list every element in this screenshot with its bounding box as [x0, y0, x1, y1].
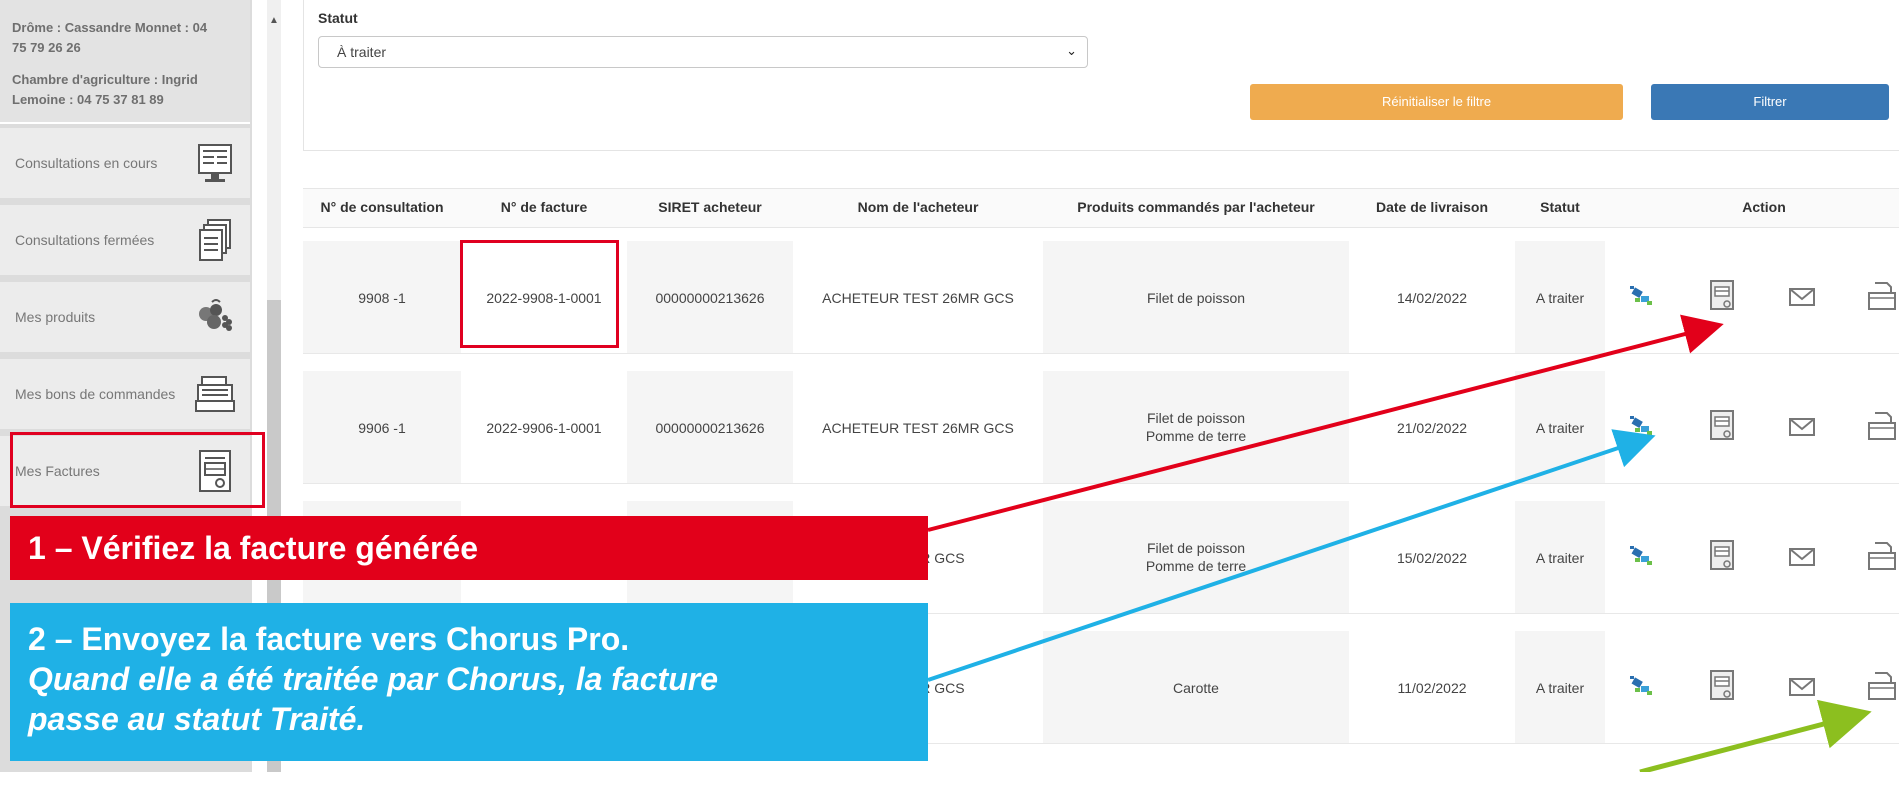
cell-consultation: 9908 -1 [358, 290, 406, 306]
filter-panel [303, 0, 1899, 151]
chorus-send-icon[interactable] [1625, 279, 1659, 313]
contact-info: Drôme : Cassandre Monnet : 04 75 79 26 2… [0, 0, 250, 124]
sidebar-item-label: Mes produits [15, 309, 96, 325]
chorus-send-icon[interactable] [1625, 669, 1659, 703]
sidebar-item-consultations-en-cours[interactable]: Consultations en cours [0, 128, 250, 198]
table-row: 9906 -1 2022-9906-1-0001 00000000213626 … [303, 371, 1899, 484]
statut-select[interactable]: À traiter ⌄ [318, 36, 1088, 68]
download-document-icon[interactable] [1865, 669, 1899, 703]
column-header: N° de consultation [320, 199, 444, 215]
cell-statut: A traiter [1535, 290, 1585, 306]
contact-line-chambre: Chambre d'agriculture : Ingrid Lemoine :… [12, 72, 198, 107]
highlight-mes-factures [10, 432, 265, 508]
chevron-down-icon: ⌄ [1066, 43, 1077, 58]
cell-siret: 00000000213626 [655, 420, 765, 436]
callout-step-2: 2 – Envoyez la facture vers Chorus Pro. … [10, 603, 928, 761]
callout-step-1: 1 – Vérifiez la facture générée [10, 516, 928, 580]
view-invoice-icon[interactable] [1705, 409, 1739, 443]
cell-date: 15/02/2022 [1396, 550, 1468, 566]
cell-statut: A traiter [1535, 550, 1585, 566]
consultation-sheet-icon [192, 140, 238, 186]
cell-consultation: 9906 -1 [358, 420, 406, 436]
cell-acheteur: ACHETEUR TEST 26MR GCS [822, 420, 1014, 436]
statut-select-value: À traiter [337, 44, 387, 60]
highlight-invoice-number [460, 240, 619, 348]
mail-icon[interactable] [1785, 669, 1819, 703]
callout-step-2-note-line1: Quand elle a été traitée par Chorus, la … [28, 661, 718, 697]
download-document-icon[interactable] [1865, 539, 1899, 573]
download-document-icon[interactable] [1865, 279, 1899, 313]
cell-date: 14/02/2022 [1396, 290, 1468, 306]
cell-produits: Filet de poisson Pomme de terre [1145, 410, 1247, 444]
sidebar-item-mes-produits[interactable]: Mes produits [0, 282, 250, 352]
cell-acheteur: ACHETEUR TEST 26MR GCS [822, 290, 1014, 306]
sidebar-item-mes-bons-de-commandes[interactable]: Mes bons de commandes [0, 359, 250, 429]
statut-label: Statut [318, 10, 358, 26]
mail-icon[interactable] [1785, 409, 1819, 443]
cell-produits: Filet de poisson Pomme de terre [1145, 540, 1247, 574]
column-header: Statut [1540, 199, 1580, 215]
sidebar-item-consultations-fermees[interactable]: Consultations fermées [0, 205, 250, 275]
column-header: Produits commandés par l'acheteur [1077, 199, 1315, 215]
filter-button[interactable]: Filtrer [1651, 84, 1889, 120]
column-header: Date de livraison [1375, 199, 1489, 215]
view-invoice-icon[interactable] [1705, 279, 1739, 313]
chorus-send-icon[interactable] [1625, 539, 1659, 573]
sidebar-item-label: Mes bons de commandes [15, 386, 176, 402]
cell-statut: A traiter [1535, 420, 1585, 436]
column-header: Action [1742, 199, 1786, 215]
cell-date: 11/02/2022 [1397, 680, 1467, 696]
chorus-send-icon[interactable] [1625, 409, 1659, 443]
callout-step-2-note-line2: passe au statut Traité. [28, 701, 366, 737]
fruit-basket-icon [192, 294, 238, 340]
cash-register-icon [192, 371, 238, 417]
cell-produits: Carotte [1173, 680, 1219, 696]
stacked-documents-icon [192, 217, 238, 263]
view-invoice-icon[interactable] [1705, 669, 1739, 703]
cell-siret: 00000000213626 [655, 290, 765, 306]
cell-facture: 2022-9906-1-0001 [486, 420, 602, 436]
column-header: N° de facture [500, 199, 588, 215]
callout-step-2-title: 2 – Envoyez la facture vers Chorus Pro. [28, 621, 630, 657]
download-document-icon[interactable] [1865, 409, 1899, 443]
column-header: SIRET acheteur [658, 199, 762, 215]
column-header: Nom de l'acheteur [857, 199, 979, 215]
cell-statut: A traiter [1535, 680, 1585, 696]
scroll-up-icon[interactable]: ▲ [267, 14, 281, 28]
mail-icon[interactable] [1785, 539, 1819, 573]
contact-line-departement: Drôme : Cassandre Monnet : 04 75 79 26 2… [12, 20, 208, 55]
mail-icon[interactable] [1785, 279, 1819, 313]
view-invoice-icon[interactable] [1705, 539, 1739, 573]
sidebar-item-label: Consultations fermées [15, 232, 155, 248]
reset-filter-button[interactable]: Réinitialiser le filtre [1250, 84, 1623, 120]
sidebar-item-label: Consultations en cours [15, 155, 158, 171]
cell-date: 21/02/2022 [1396, 420, 1468, 436]
cell-produits: Filet de poisson [1146, 290, 1246, 306]
table-header: N° de consultation N° de facture SIRET a… [303, 188, 1899, 228]
